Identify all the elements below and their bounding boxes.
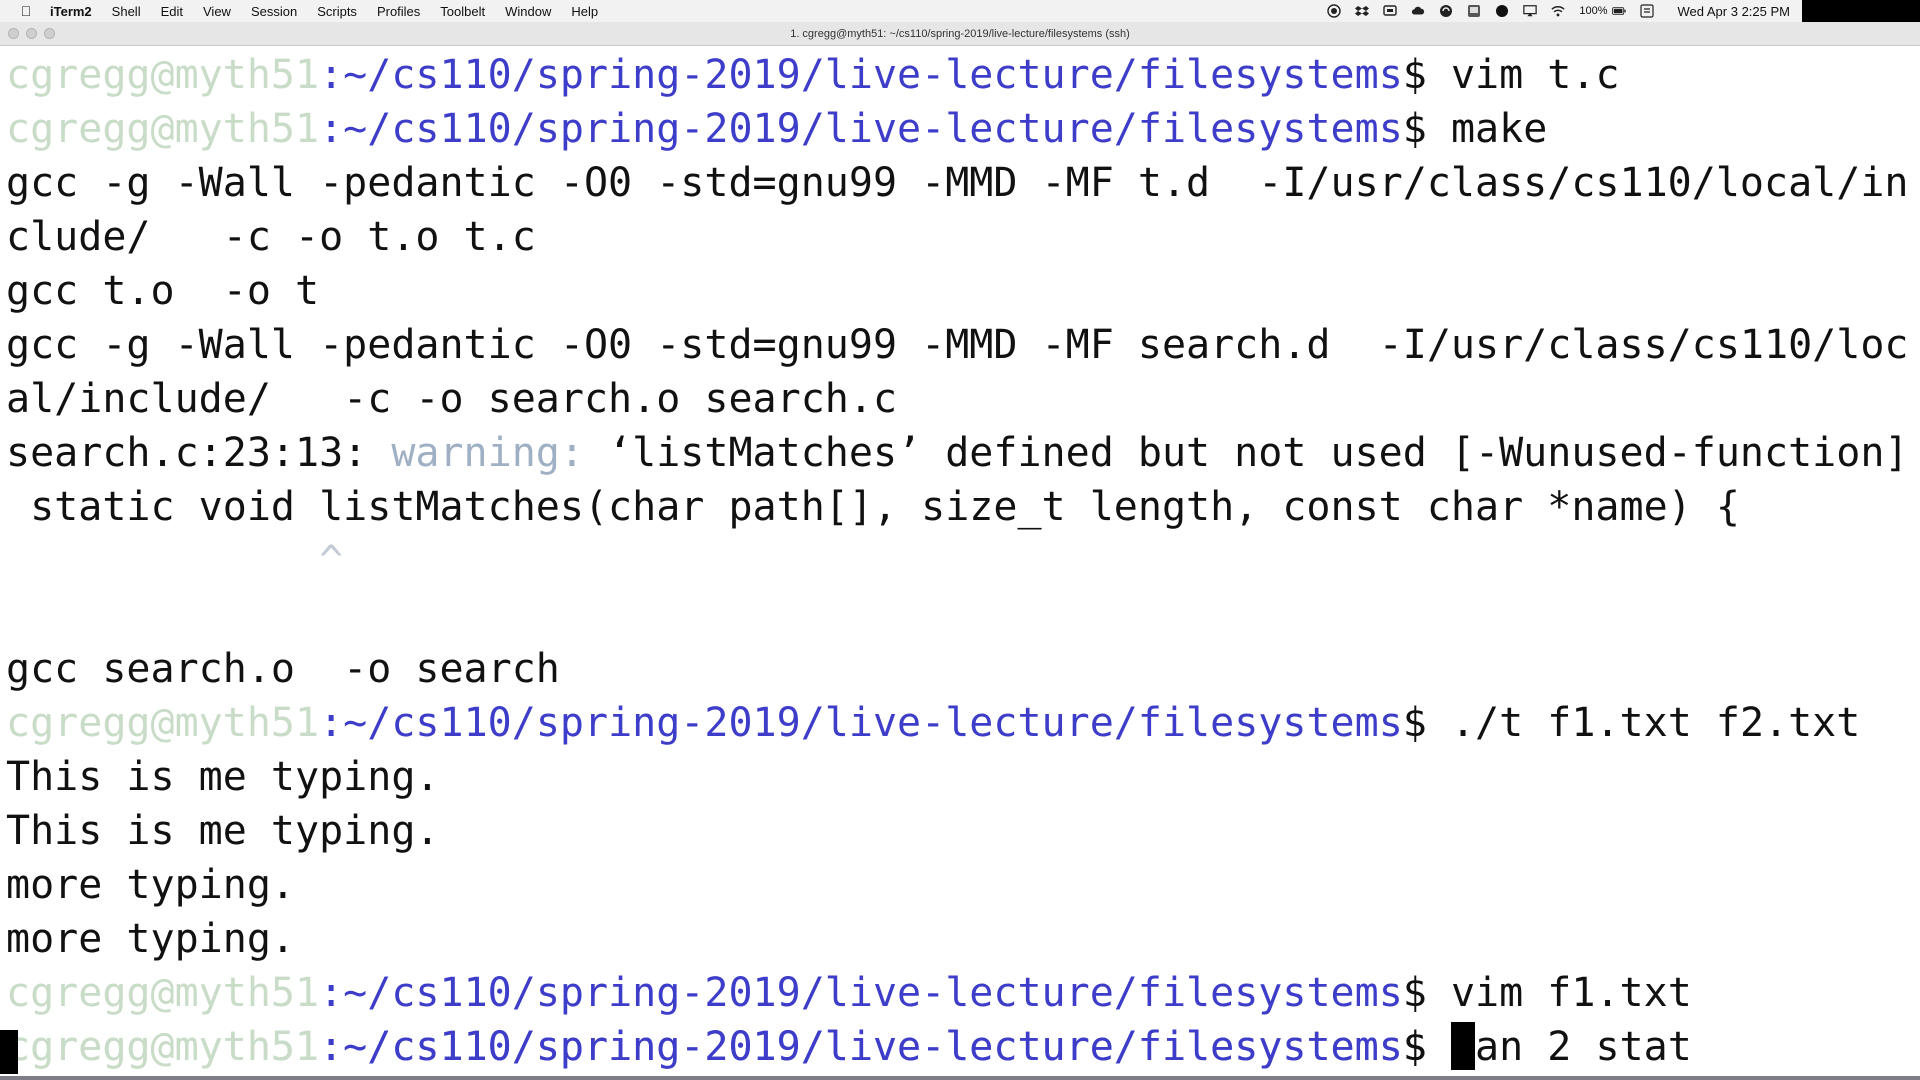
warning-line: search.c:23:13: warning: ‘listMatches’ d… [6, 426, 1908, 480]
battery-percent: 100% [1579, 5, 1608, 17]
left-edge-block [0, 1030, 18, 1074]
output-line: gcc search.o -o search [6, 646, 560, 692]
prompt-user: cgregg@myth51 [6, 700, 320, 746]
display-icon[interactable] [1467, 4, 1481, 18]
record-icon[interactable] [1327, 4, 1342, 18]
close-window-button[interactable] [8, 28, 19, 39]
screen-share-icon[interactable] [1383, 4, 1398, 18]
prompt-user: cgregg@myth51 [6, 1024, 320, 1070]
prompt-user: cgregg@myth51 [6, 52, 320, 98]
warning-label: warning: [391, 430, 584, 476]
terminal-line: cgregg@myth51:~/cs110/spring-2019/live-l… [6, 48, 1620, 102]
caret-marker-line: ^ [6, 538, 344, 584]
output-line: al/include/ -c -o search.o search.c [6, 376, 898, 422]
dropbox-icon[interactable] [1355, 4, 1370, 18]
menu-help[interactable]: Help [571, 4, 598, 19]
terminal-line: cgregg@myth51:~/cs110/spring-2019/live-l… [6, 102, 1547, 156]
prompt-path: :~/cs110/spring-2019/live-lecture/filesy… [319, 1024, 1403, 1070]
warning-message: ‘listMatches’ defined but not used [-Wun… [583, 430, 1909, 476]
prompt-path: :~/cs110/spring-2019/live-lecture/filesy… [319, 52, 1403, 98]
zoom-window-button[interactable] [44, 28, 55, 39]
output-line: clude/ -c -o t.o t.c [6, 214, 536, 260]
terminal-pane[interactable]: cgregg@myth51:~/cs110/spring-2019/live-l… [0, 48, 1920, 1076]
terminal-line: cgregg@myth51:~/cs110/spring-2019/live-l… [6, 966, 1692, 1020]
menu-shell[interactable]: Shell [112, 4, 141, 19]
command-text: vim t.c [1450, 52, 1620, 98]
output-line: more typing. [6, 862, 295, 908]
status-area: 100% Wed Apr 3 2:25 PM [1327, 0, 1920, 22]
battery-icon[interactable] [1611, 4, 1626, 18]
circle-icon[interactable] [1495, 4, 1509, 18]
command-text: make [1450, 106, 1548, 152]
menu-iterm2[interactable]: iTerm2 [50, 4, 92, 19]
airplay-icon[interactable] [1523, 4, 1538, 18]
prompt-path: :~/cs110/spring-2019/live-lecture/filesy… [319, 700, 1403, 746]
output-line: more typing. [6, 916, 295, 962]
window-title: 1. cgregg@myth51: ~/cs110/spring-2019/li… [790, 28, 1130, 40]
active-prompt-line[interactable]: cgregg@myth51:~/cs110/spring-2019/live-l… [6, 1020, 1475, 1074]
prompt-user: cgregg@myth51 [6, 106, 320, 152]
prompt-symbol: $ [1402, 52, 1451, 98]
output-line: gcc -g -Wall -pedantic -O0 -std=gnu99 -M… [6, 160, 1909, 206]
menu-window[interactable]: Window [505, 4, 551, 19]
prompt-symbol: $ [1402, 106, 1451, 152]
menu-view[interactable]: View [203, 4, 231, 19]
command-text: man 2 stat [1450, 1024, 1692, 1070]
output-line: gcc -g -Wall -pedantic -O0 -std=gnu99 -M… [6, 322, 1909, 368]
prompt-symbol: $ [1402, 1024, 1451, 1070]
output-line: This is me typing. [6, 754, 440, 800]
menu-bar:  iTerm2 Shell Edit View Session Scripts… [0, 0, 1920, 22]
window-bottom-edge [0, 1076, 1920, 1080]
minimize-window-button[interactable] [26, 28, 37, 39]
clock[interactable]: Wed Apr 3 2:25 PM [1678, 4, 1791, 19]
warning-location: search.c:23:13: [6, 430, 392, 476]
command-text: ./t f1.txt f2.txt [1450, 700, 1861, 746]
menu-session[interactable]: Session [251, 4, 297, 19]
prompt-path: :~/cs110/spring-2019/live-lecture/filesy… [319, 970, 1403, 1016]
prompt-symbol: $ [1402, 970, 1451, 1016]
prompt-user: cgregg@myth51 [6, 970, 320, 1016]
menubar-black-region [1802, 0, 1920, 22]
menu-edit[interactable]: Edit [161, 4, 183, 19]
text-cursor [1450, 1022, 1475, 1070]
menu-toolbelt[interactable]: Toolbelt [440, 4, 485, 19]
window-controls [8, 28, 62, 39]
output-line: gcc t.o -o t [6, 268, 320, 314]
prompt-symbol: $ [1402, 700, 1451, 746]
apple-menu-icon[interactable]:  [18, 3, 34, 19]
output-line: This is me typing. [6, 808, 440, 854]
cloud-icon[interactable] [1411, 4, 1425, 18]
command-text: vim f1.txt [1450, 970, 1692, 1016]
keyboard-input-icon[interactable] [1639, 4, 1654, 18]
output-line: static void listMatches(char path[], siz… [6, 484, 1740, 530]
wifi-icon[interactable] [1551, 4, 1565, 18]
window-titlebar: 1. cgregg@myth51: ~/cs110/spring-2019/li… [0, 22, 1920, 46]
menu-profiles[interactable]: Profiles [377, 4, 420, 19]
terminal-line: cgregg@myth51:~/cs110/spring-2019/live-l… [6, 696, 1860, 750]
menu-scripts[interactable]: Scripts [317, 4, 357, 19]
prompt-path: :~/cs110/spring-2019/live-lecture/filesy… [319, 106, 1403, 152]
sync-icon[interactable] [1439, 4, 1453, 18]
